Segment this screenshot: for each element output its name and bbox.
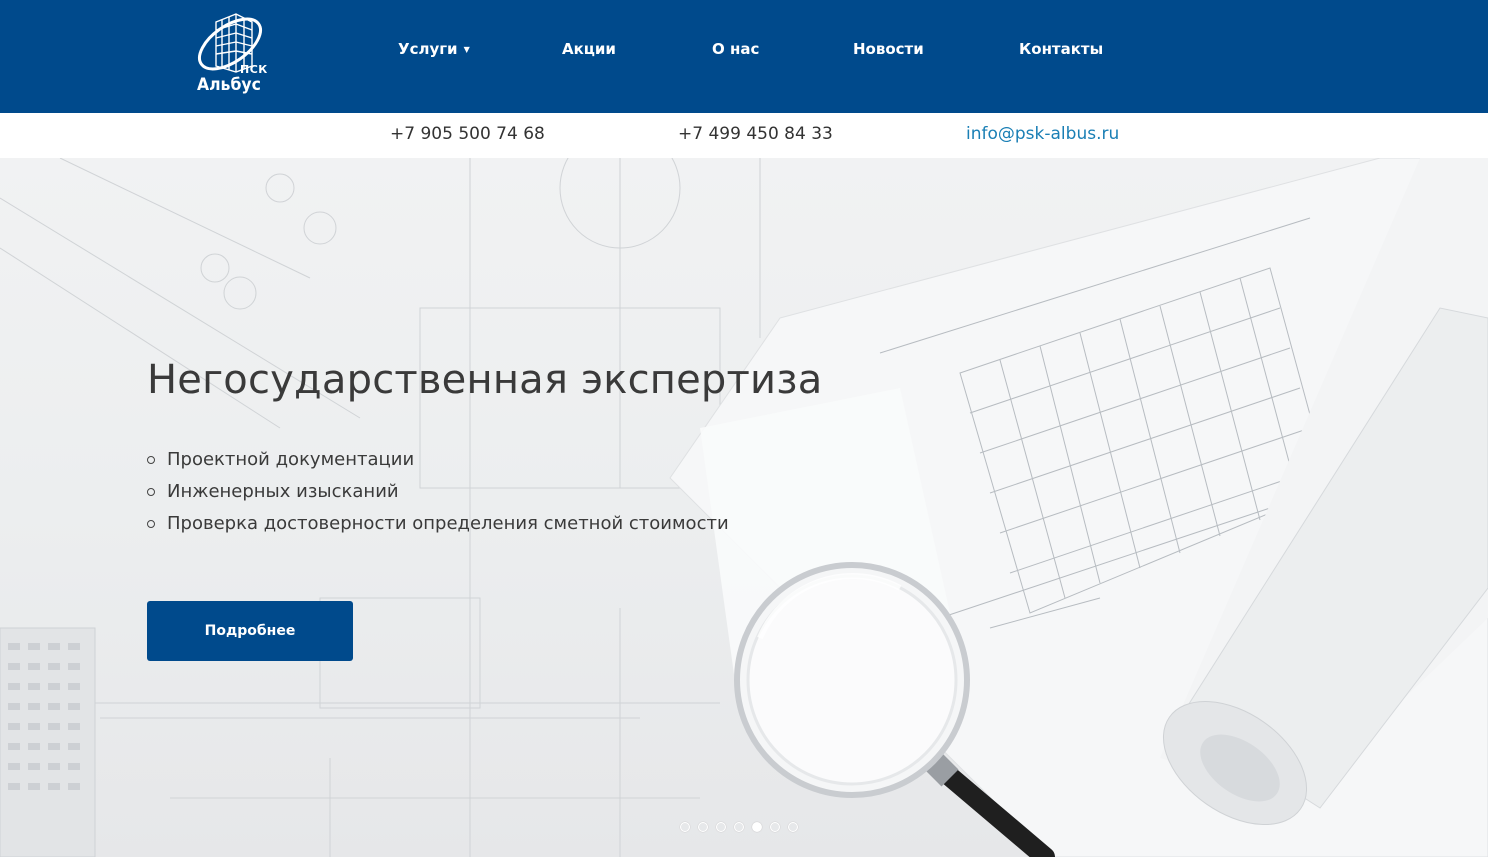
email-link[interactable]: info@psk-albus.ru xyxy=(966,124,1119,144)
list-item-label: Проектной документации xyxy=(167,449,415,470)
slider-dot-3[interactable] xyxy=(716,822,726,832)
list-item: Проектной документации xyxy=(147,448,729,480)
slider-dot-2[interactable] xyxy=(698,822,708,832)
nav-item-label: Услуги xyxy=(398,40,458,58)
slider-pagination xyxy=(680,822,798,834)
nav-item-news[interactable]: Новости xyxy=(853,40,924,58)
circle-bullet-icon xyxy=(147,456,155,464)
slider-dot-6[interactable] xyxy=(770,822,780,832)
circle-bullet-icon xyxy=(147,488,155,496)
list-item-label: Инженерных изысканий xyxy=(167,481,399,502)
phone-1-link[interactable]: +7 905 500 74 68 xyxy=(390,124,545,144)
company-logo[interactable]: ПСК Альбус xyxy=(192,8,272,102)
slider-dot-7[interactable] xyxy=(788,822,798,832)
nav-item-about[interactable]: О нас xyxy=(712,40,759,58)
phone-2-link[interactable]: +7 499 450 84 33 xyxy=(678,124,833,144)
hero-slider: Негосударственная экспертиза Проектной д… xyxy=(0,158,1488,857)
nav-item-services[interactable]: Услуги ▼ xyxy=(398,40,470,58)
logo-name: Альбус xyxy=(197,75,261,95)
slider-dot-5[interactable] xyxy=(752,822,762,832)
list-item-label: Проверка достоверности определения сметн… xyxy=(167,513,729,534)
nav-item-promotions[interactable]: Акции xyxy=(562,40,616,58)
chevron-down-icon: ▼ xyxy=(463,45,470,54)
list-item: Инженерных изысканий xyxy=(147,480,729,512)
circle-bullet-icon xyxy=(147,520,155,528)
list-item: Проверка достоверности определения сметн… xyxy=(147,512,729,544)
more-details-button[interactable]: Подробнее xyxy=(147,601,353,661)
hero-title: Негосударственная экспертиза xyxy=(147,357,823,403)
slider-dot-4[interactable] xyxy=(734,822,744,832)
slider-dot-1[interactable] xyxy=(680,822,690,832)
nav-item-contacts[interactable]: Контакты xyxy=(1019,40,1103,58)
top-navigation-bar: ПСК Альбус Услуги ▼ Акции О нас Новости К… xyxy=(0,0,1488,113)
hero-services-list: Проектной документации Инженерных изыска… xyxy=(147,448,729,544)
